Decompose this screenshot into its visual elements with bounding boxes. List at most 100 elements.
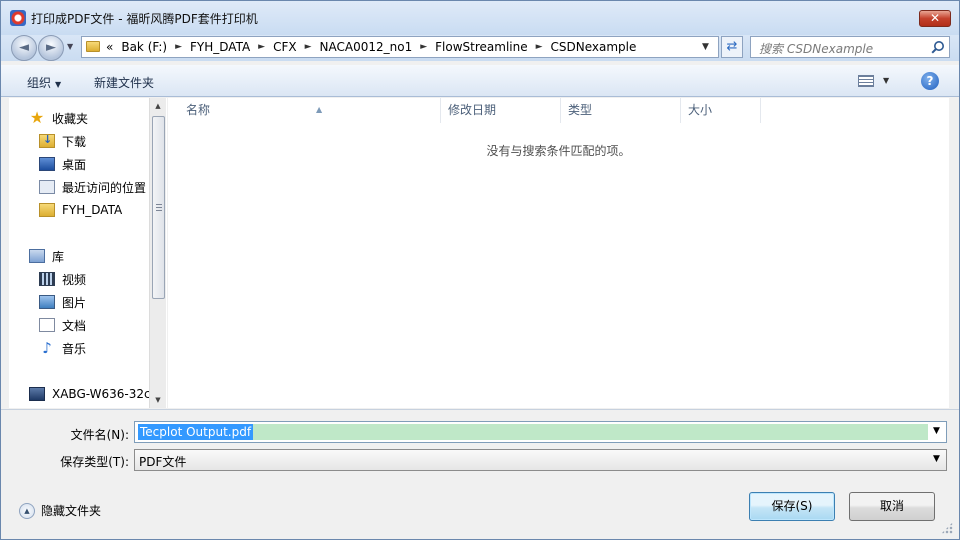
hide-folders-toggle[interactable]: ▲ 隐藏文件夹 [19,502,101,519]
chevron-up-icon: ▲ [19,502,35,519]
column-header-name[interactable]: 名称 ▲ [179,98,441,123]
app-icon [10,10,26,26]
save-options-panel: 文件名(N): Tecplot Output.pdf ▼ 保存类型(T): PD… [1,409,959,539]
sidebar-item-libraries[interactable]: 库 [29,247,64,265]
chevron-down-icon: ▼ [55,80,62,89]
chevron-down-icon[interactable]: ▼ [933,426,940,436]
breadcrumb: « Bak (F:) ► FYH_DATA ► CFX ► NACA0012_n… [106,40,644,54]
filetype-label: 保存类型(T): [60,455,129,469]
column-header-date[interactable]: 修改日期 [441,98,561,123]
music-icon: ♪ [42,339,52,357]
chevron-right-icon[interactable]: ► [175,42,190,52]
filetype-select[interactable]: PDF文件 ▼ [134,449,947,471]
filename-field[interactable]: Tecplot Output.pdf ▼ [134,421,947,443]
downloads-folder-icon [39,133,55,148]
scroll-up-icon[interactable]: ▲ [150,98,166,114]
save-button[interactable]: 保存(S) [749,492,835,521]
resize-grip-icon[interactable] [941,522,953,534]
folder-icon [39,203,55,217]
navigation-pane: ★ 收藏夹 下载 桌面 最近访问的位置 FYH_DATA 库 视频 [9,98,167,408]
window-title: 打印成PDF文件 - 福昕风腾PDF套件打印机 [31,12,258,26]
sidebar-item-pictures[interactable]: 图片 [39,293,86,311]
empty-list-message: 没有与搜索条件匹配的项。 [486,144,631,158]
computer-icon [29,387,45,401]
cancel-button[interactable]: 取消 [849,492,935,521]
sidebar-item-music[interactable]: ♪ 音乐 [39,339,86,357]
filetype-value: PDF文件 [139,455,187,469]
sidebar-item-favorites[interactable]: ★ 收藏夹 [29,109,88,127]
sidebar-item-label: 收藏夹 [52,111,89,126]
sidebar-item-fyh-data[interactable]: FYH_DATA [39,201,122,219]
sidebar-item-desktop[interactable]: 桌面 [39,155,86,173]
video-icon [39,272,55,286]
sort-ascending-icon: ▲ [316,105,323,114]
file-list[interactable]: 名称 ▲ 修改日期 类型 大小 没有与搜索条件匹配的项。 [168,98,949,408]
sidebar-item-downloads[interactable]: 下载 [39,132,86,150]
column-header-label: 名称 [186,103,211,117]
scroll-down-icon[interactable]: ▼ [150,392,166,408]
sidebar-item-label: 音乐 [62,341,87,356]
save-dialog: 打印成PDF文件 - 福昕风腾PDF套件打印机 ✕ ◄ ► ▼ « Bak (F… [0,0,960,540]
filename-label: 文件名(N): [70,428,129,442]
search-icon[interactable] [931,40,945,54]
navigation-bar: ◄ ► ▼ « Bak (F:) ► FYH_DATA ► CFX ► NACA… [1,35,959,61]
sidebar-item-videos[interactable]: 视频 [39,270,86,288]
address-history-dropdown[interactable]: ▼ [702,42,709,52]
help-icon[interactable]: ? [921,72,939,90]
sidebar-item-label: 库 [52,249,65,264]
sidebar-item-recent-places[interactable]: 最近访问的位置 [39,178,146,196]
folder-icon [86,41,100,52]
documents-icon [39,318,55,332]
breadcrumb-overflow[interactable]: « [106,40,121,54]
new-folder-button[interactable]: 新建文件夹 [94,74,154,91]
column-header-type[interactable]: 类型 [561,98,681,123]
sidebar-item-label: 下载 [62,134,87,149]
desktop-icon [39,157,55,171]
search-placeholder: 搜索 CSDNexample [759,42,874,56]
sidebar-item-documents[interactable]: 文档 [39,316,86,334]
organize-menu[interactable]: 组织 ▼ [27,74,61,91]
view-mode-icon[interactable] [858,75,874,87]
refresh-button[interactable]: ⇄ [721,36,743,58]
title-bar[interactable]: 打印成PDF文件 - 福昕风腾PDF套件打印机 ✕ [1,1,959,35]
filename-highlight: Tecplot Output.pdf [138,424,928,440]
recent-places-icon [39,180,55,194]
chevron-down-icon[interactable]: ▼ [933,454,940,464]
back-button[interactable]: ◄ [11,35,37,61]
breadcrumb-segment[interactable]: CSDNexample [551,40,645,54]
scrollbar-thumb[interactable] [152,116,165,299]
sidebar-item-label: 文档 [62,318,87,333]
toolbar: 组织 ▼ 新建文件夹 ▼ ? [1,65,959,97]
sidebar-item-label: 视频 [62,272,87,287]
address-bar[interactable]: « Bak (F:) ► FYH_DATA ► CFX ► NACA0012_n… [81,36,719,58]
column-headers: 名称 ▲ 修改日期 类型 大小 [168,98,949,123]
close-button[interactable]: ✕ [919,10,951,27]
hide-folders-label: 隐藏文件夹 [41,504,102,518]
sidebar-item-label: XABG-W636-32c [52,387,151,401]
chevron-right-icon[interactable]: ► [536,42,551,52]
search-input[interactable]: 搜索 CSDNexample [750,36,950,58]
chevron-right-icon[interactable]: ► [420,42,435,52]
sidebar-item-computer[interactable]: XABG-W636-32c [29,385,151,403]
filename-value[interactable]: Tecplot Output.pdf [138,424,254,440]
chevron-right-icon[interactable]: ► [305,42,320,52]
pictures-icon [39,295,55,309]
forward-button[interactable]: ► [38,35,64,61]
chevron-right-icon[interactable]: ► [258,42,273,52]
recent-pages-dropdown[interactable]: ▼ [67,42,73,51]
breadcrumb-segment[interactable]: CFX [273,40,305,54]
breadcrumb-segment[interactable]: FYH_DATA [190,40,258,54]
view-options-dropdown[interactable]: ▼ [883,76,889,85]
navigation-scrollbar[interactable]: ▲ ▼ [149,98,166,408]
grip-icon [156,204,162,211]
library-icon [29,249,45,263]
breadcrumb-segment[interactable]: NACA0012_no1 [320,40,421,54]
star-icon: ★ [29,108,45,127]
organize-label: 组织 [27,76,52,90]
sidebar-item-label: 桌面 [62,157,87,172]
breadcrumb-segment[interactable]: Bak (F:) [121,40,175,54]
sidebar-item-label: 图片 [62,295,87,310]
breadcrumb-segment[interactable]: FlowStreamline [435,40,535,54]
sidebar-item-label: FYH_DATA [62,203,123,217]
column-header-size[interactable]: 大小 [681,98,761,123]
